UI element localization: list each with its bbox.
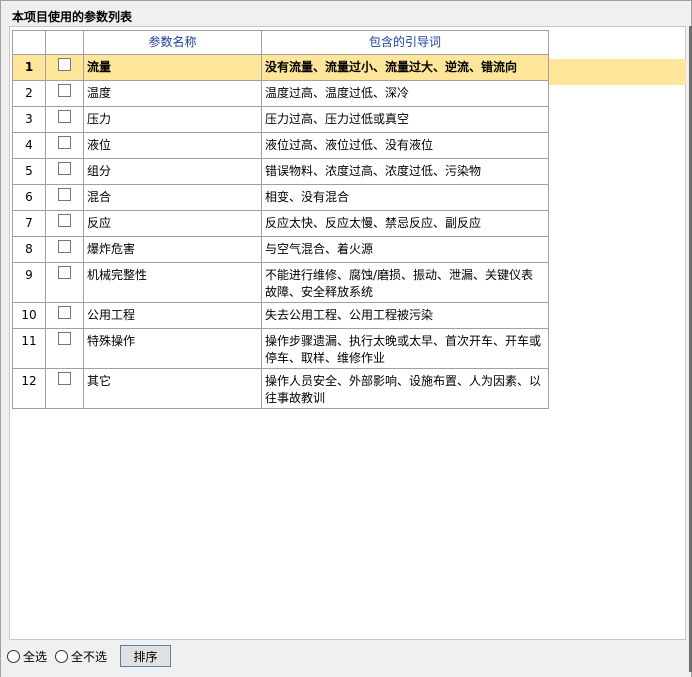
table-row[interactable]: 7 反应 反应太快、反应太慢、禁忌反应、副反应 [12,210,549,237]
select-none-radio[interactable]: 全不选 [55,648,107,665]
row-checkbox-cell [45,158,84,185]
row-checkbox-cell [45,132,84,159]
table-row[interactable]: 9 机械完整性 不能进行维修、腐蚀/磨损、振动、泄漏、关键仪表故障、安全释放系统 [12,262,549,303]
row-index: 12 [12,368,46,409]
row-checkbox-cell [45,210,84,237]
guide-words-cell: 压力过高、压力过低或真空 [261,106,549,133]
param-name-cell: 公用工程 [83,302,262,329]
row-checkbox[interactable] [58,58,71,71]
radio-circle-icon [55,649,69,663]
parameter-list-panel: 本项目使用的参数列表 参数名称 包含的引导词 1 流量 没有流量、流量过小、流量过大… [0,0,692,677]
guide-words-cell: 液位过高、液位过低、没有液位 [261,132,549,159]
table-row[interactable]: 10 公用工程 失去公用工程、公用工程被污染 [12,302,549,329]
row-checkbox[interactable] [58,332,71,345]
param-name-cell: 组分 [83,158,262,185]
row-index: 10 [12,302,46,329]
parameter-grid[interactable]: 参数名称 包含的引导词 1 流量 没有流量、流量过小、流量过大、逆流、错流向 2 温度温… [9,26,686,640]
row-checkbox-cell [45,54,84,81]
guide-words-cell: 失去公用工程、公用工程被污染 [261,302,549,329]
row-checkbox[interactable] [58,84,71,97]
row-index: 3 [12,106,46,133]
row-checkbox[interactable] [58,110,71,123]
row-checkbox[interactable] [58,240,71,253]
guide-words-cell: 没有流量、流量过小、流量过大、逆流、错流向 [261,54,549,81]
param-name-cell: 爆炸危害 [83,236,262,263]
row-index: 6 [12,184,46,211]
row-checkbox[interactable] [58,188,71,201]
row-checkbox[interactable] [58,266,71,279]
row-index: 11 [12,328,46,369]
select-all-label: 全选 [23,649,48,664]
param-name-cell: 反应 [83,210,262,237]
table-row[interactable]: 4 液位 液位过高、液位过低、没有液位 [12,132,549,159]
guide-words-cell: 与空气混合、着火源 [261,236,549,263]
row-index: 4 [12,132,46,159]
header-guide-words[interactable]: 包含的引导词 [261,30,549,55]
row-checkbox[interactable] [58,162,71,175]
row-checkbox-cell [45,302,84,329]
param-name-cell: 特殊操作 [83,328,262,369]
header-param-name[interactable]: 参数名称 [83,30,262,55]
table-header-row: 参数名称 包含的引导词 [12,30,549,55]
param-name-cell: 压力 [83,106,262,133]
param-name-cell: 机械完整性 [83,262,262,303]
table-row[interactable]: 12 其它 操作人员安全、外部影响、设施布置、人为因素、以往事故教训 [12,368,549,409]
panel-title: 本项目使用的参数列表 [11,9,134,25]
row-checkbox-cell [45,328,84,369]
row-checkbox-cell [45,262,84,303]
guide-words-cell: 不能进行维修、腐蚀/磨损、振动、泄漏、关键仪表故障、安全释放系统 [261,262,549,303]
table-row[interactable]: 8 爆炸危害 与空气混合、着火源 [12,236,549,263]
row-index: 1 [12,54,46,81]
row-index: 8 [12,236,46,263]
param-name-cell: 其它 [83,368,262,409]
radio-circle-icon [7,649,20,663]
table-row[interactable]: 3 压力 压力过高、压力过低或真空 [12,106,549,133]
row-checkbox[interactable] [58,306,71,319]
bottom-toolbar: 全选 全不选 排序 [7,644,687,668]
parameter-table: 参数名称 包含的引导词 1 流量 没有流量、流量过小、流量过大、逆流、错流向 2 温度温… [12,30,549,409]
param-name-cell: 混合 [83,184,262,211]
row-index: 2 [12,80,46,107]
param-name-cell: 流量 [83,54,262,81]
guide-words-cell: 反应太快、反应太慢、禁忌反应、副反应 [261,210,549,237]
guide-words-cell: 操作人员安全、外部影响、设施布置、人为因素、以往事故教训 [261,368,549,409]
table-row[interactable]: 11 特殊操作 操作步骤遗漏、执行太晚或太早、首次开车、开车或停车、取样、维修作业 [12,328,549,369]
row-checkbox[interactable] [58,136,71,149]
guide-words-cell: 错误物料、浓度过高、浓度过低、污染物 [261,158,549,185]
row-index: 9 [12,262,46,303]
row-index: 5 [12,158,46,185]
selected-row-highlight [548,59,686,85]
guide-words-cell: 相变、没有混合 [261,184,549,211]
table-row[interactable]: 6 混合 相变、没有混合 [12,184,549,211]
row-checkbox-cell [45,236,84,263]
guide-words-cell: 温度过高、温度过低、深冷 [261,80,549,107]
param-name-cell: 液位 [83,132,262,159]
sort-button[interactable]: 排序 [120,645,172,667]
param-name-cell: 温度 [83,80,262,107]
select-none-label: 全不选 [71,649,108,664]
row-checkbox[interactable] [58,214,71,227]
row-checkbox-cell [45,80,84,107]
row-checkbox-cell [45,184,84,211]
table-row[interactable]: 2 温度 温度过高、温度过低、深冷 [12,80,549,107]
table-row[interactable]: 1 流量 没有流量、流量过小、流量过大、逆流、错流向 [12,54,549,81]
header-index [12,30,46,55]
row-checkbox-cell [45,106,84,133]
table-row[interactable]: 5 组分 错误物料、浓度过高、浓度过低、污染物 [12,158,549,185]
select-all-radio[interactable]: 全选 [7,648,47,665]
row-index: 7 [12,210,46,237]
header-checkbox [45,30,84,55]
row-checkbox[interactable] [58,372,71,385]
row-checkbox-cell [45,368,84,409]
guide-words-cell: 操作步骤遗漏、执行太晚或太早、首次开车、开车或停车、取样、维修作业 [261,328,549,369]
